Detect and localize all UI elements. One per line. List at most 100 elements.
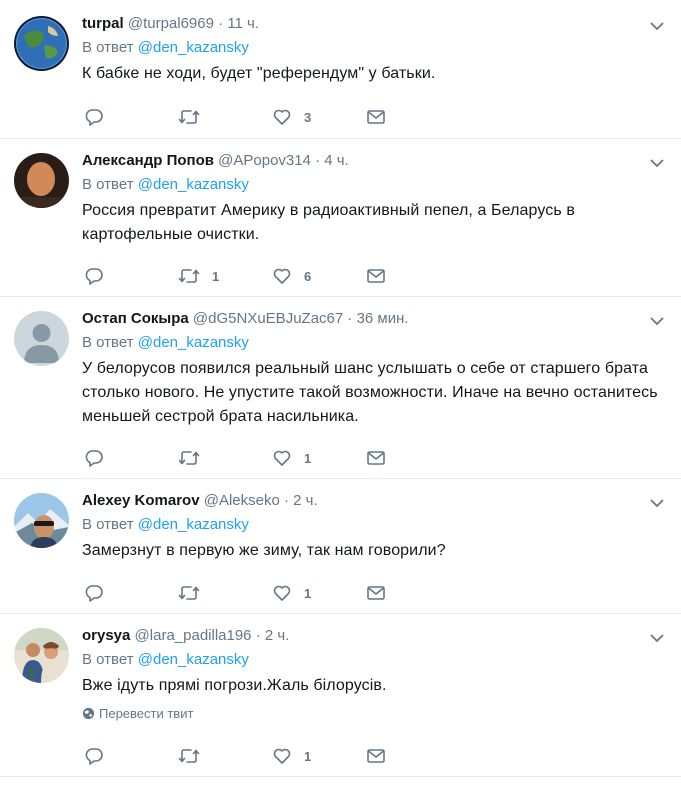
direct-message-button[interactable]	[366, 266, 460, 286]
display-name[interactable]: turpal	[82, 15, 124, 32]
timestamp[interactable]: 11 ч.	[227, 15, 259, 32]
direct-message-button[interactable]	[366, 448, 460, 468]
tweet-header: orysya @lara_padilla196 · 2 ч.	[82, 626, 661, 646]
direct-message-button[interactable]	[366, 583, 460, 603]
reply-prefix: В ответ	[82, 334, 134, 351]
display-name[interactable]: orysya	[82, 627, 130, 644]
username[interactable]: @lara_padilla196	[135, 627, 252, 644]
tweet-actions: 1 6	[84, 266, 460, 286]
direct-message-button[interactable]	[366, 107, 460, 127]
tweet-text: Россия превратит Америку в радиоактивный…	[82, 202, 575, 243]
tweet-item[interactable]: orysya @lara_padilla196 · 2 ч. В ответ @…	[0, 614, 681, 777]
heart-icon	[273, 450, 291, 466]
like-button[interactable]: 6	[272, 266, 366, 286]
retweet-icon	[178, 586, 200, 600]
like-button[interactable]: 1	[272, 448, 366, 468]
retweet-button[interactable]: 1	[178, 266, 272, 286]
tweet-header: Остап Сокыра @dG5NXuEBJuZac67 · 36 мин.	[82, 309, 661, 329]
tweet-actions: 3	[84, 107, 460, 127]
tweet-item[interactable]: Остап Сокыра @dG5NXuEBJuZac67 · 36 мин. …	[0, 297, 681, 479]
tweet-actions: 1	[84, 583, 460, 603]
tweet-text: Вже ідуть прямі погрози.Жаль білорусів.	[82, 677, 387, 694]
reply-mention-link[interactable]: @den_kazansky	[138, 39, 249, 56]
reply-button[interactable]	[84, 448, 178, 468]
reply-prefix: В ответ	[82, 176, 134, 193]
tweet-header: Александр Попов @APopov314 · 4 ч.	[82, 151, 661, 171]
reply-context: В ответ @den_kazansky	[82, 515, 661, 535]
translate-tweet-link[interactable]: Перевести твит	[82, 706, 661, 721]
reply-prefix: В ответ	[82, 651, 134, 668]
globe-icon	[82, 707, 95, 720]
envelope-icon	[367, 586, 385, 600]
retweet-button[interactable]	[178, 107, 272, 127]
avatar[interactable]	[14, 311, 69, 366]
direct-message-button[interactable]	[366, 746, 460, 766]
reply-context: В ответ @den_kazansky	[82, 333, 661, 353]
reply-button[interactable]	[84, 107, 178, 127]
username[interactable]: @APopov314	[218, 152, 311, 169]
reply-mention-link[interactable]: @den_kazansky	[138, 516, 249, 533]
reply-prefix: В ответ	[82, 39, 134, 56]
tweet-header: Alexey Komarov @Alekseko · 2 ч.	[82, 491, 661, 511]
username[interactable]: @Alekseko	[204, 492, 280, 509]
envelope-icon	[367, 269, 385, 283]
separator-dot: ·	[284, 492, 289, 509]
reply-button[interactable]	[84, 583, 178, 603]
envelope-icon	[367, 749, 385, 763]
retweet-button[interactable]	[178, 583, 272, 603]
heart-icon	[273, 109, 291, 125]
reply-mention-link[interactable]: @den_kazansky	[138, 176, 249, 193]
separator-dot: ·	[315, 152, 321, 169]
display-name[interactable]: Alexey Komarov	[82, 492, 200, 509]
retweet-button[interactable]	[178, 448, 272, 468]
timestamp[interactable]: 36 мин.	[357, 310, 409, 327]
like-button[interactable]: 3	[272, 107, 366, 127]
username[interactable]: @turpal6969	[128, 15, 214, 32]
chevron-down-icon[interactable]	[649, 630, 665, 646]
tweet-item[interactable]: Alexey Komarov @Alekseko · 2 ч. В ответ …	[0, 479, 681, 614]
retweet-icon	[178, 269, 200, 283]
retweet-button[interactable]	[178, 746, 272, 766]
reply-prefix: В ответ	[82, 516, 134, 533]
man-photo-icon	[14, 153, 69, 208]
display-name[interactable]: Александр Попов	[82, 152, 214, 169]
chevron-down-icon[interactable]	[649, 313, 665, 329]
reply-icon	[85, 585, 103, 602]
reply-mention-link[interactable]: @den_kazansky	[138, 651, 249, 668]
reply-mention-link[interactable]: @den_kazansky	[138, 334, 249, 351]
heart-icon	[273, 585, 291, 601]
like-button[interactable]: 1	[272, 583, 366, 603]
username[interactable]: @dG5NXuEBJuZac67	[193, 310, 343, 327]
reply-button[interactable]	[84, 266, 178, 286]
like-count: 1	[304, 748, 312, 764]
envelope-icon	[367, 451, 385, 465]
like-count: 1	[304, 585, 312, 601]
tweet-item[interactable]: turpal @turpal6969 · 11 ч. В ответ @den_…	[0, 0, 681, 139]
avatar[interactable]	[14, 628, 69, 683]
tweet-item[interactable]: Александр Попов @APopov314 · 4 ч. В отве…	[0, 139, 681, 297]
tweet-header: turpal @turpal6969 · 11 ч.	[82, 14, 661, 34]
envelope-icon	[367, 110, 385, 124]
timestamp[interactable]: 2 ч.	[293, 492, 318, 509]
avatar[interactable]	[14, 16, 69, 71]
translate-label: Перевести твит	[99, 706, 194, 721]
tweet-text: У белорусов появился реальный шанс услыш…	[82, 360, 658, 425]
replies-feed: turpal @turpal6969 · 11 ч. В ответ @den_…	[0, 0, 681, 777]
like-button[interactable]: 1	[272, 746, 366, 766]
couple-photo-icon	[14, 628, 69, 683]
retweet-icon	[178, 451, 200, 465]
separator-dot: ·	[218, 15, 224, 32]
timestamp[interactable]: 4 ч.	[324, 152, 349, 169]
heart-icon	[273, 748, 291, 764]
chevron-down-icon[interactable]	[649, 155, 665, 171]
tweet-actions: 1	[84, 448, 460, 468]
retweet-count: 1	[212, 268, 220, 284]
avatar[interactable]	[14, 153, 69, 208]
reply-icon	[85, 109, 103, 126]
display-name[interactable]: Остап Сокыра	[82, 310, 189, 327]
reply-button[interactable]	[84, 746, 178, 766]
timestamp[interactable]: 2 ч.	[265, 627, 290, 644]
chevron-down-icon[interactable]	[649, 495, 665, 511]
avatar[interactable]	[14, 493, 69, 548]
chevron-down-icon[interactable]	[649, 18, 665, 34]
